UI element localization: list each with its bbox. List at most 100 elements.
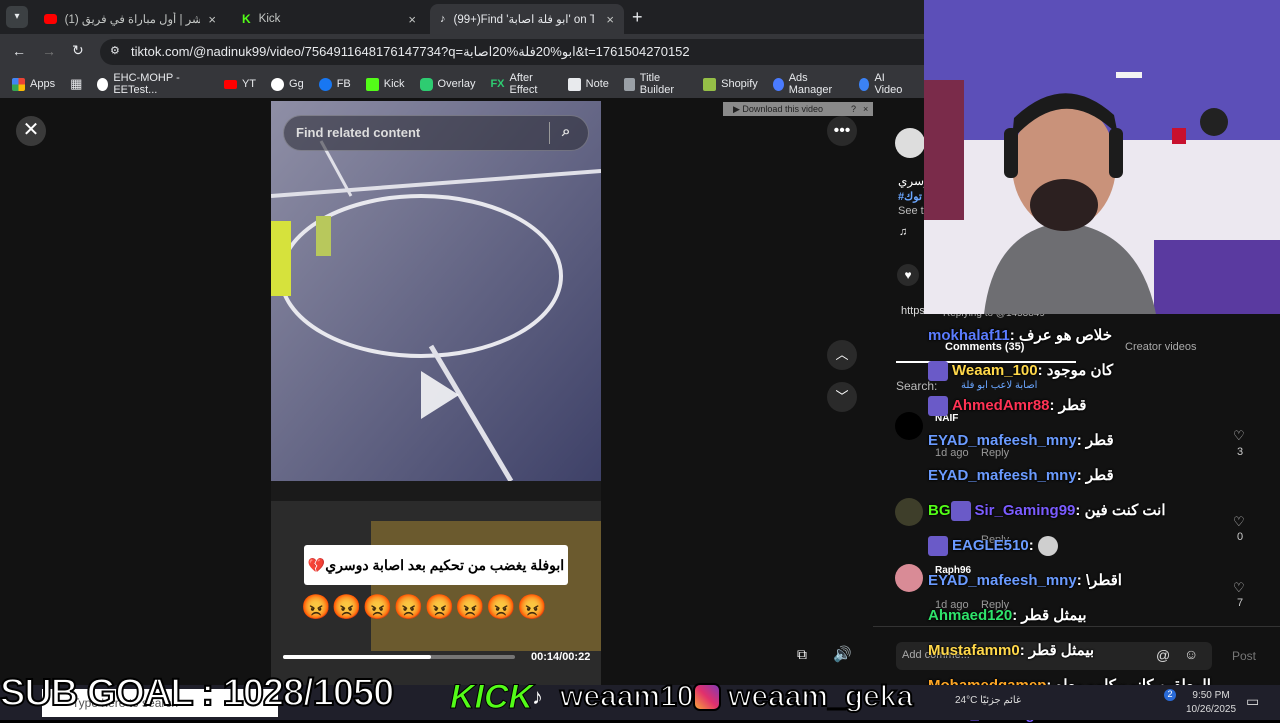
bookmark-ehc[interactable]: EHC-MOHP - EETest... (97, 72, 209, 96)
search-box[interactable]: Find related content ⌕ (283, 115, 589, 151)
volume-button[interactable]: 🔊 (833, 645, 852, 663)
weather-widget[interactable]: 24°C غائم جزئيًا (955, 695, 1021, 706)
bookmark-title-builder[interactable]: Title Builder (623, 72, 688, 96)
sub-goal-banner: SUB GOAL : 1028/1050 (0, 671, 395, 715)
title-builder-icon (623, 77, 635, 91)
download-icon: ▶ (733, 104, 743, 114)
chat-text: خلاص هو عرف (1018, 327, 1113, 344)
meta-icon (772, 77, 784, 91)
clock[interactable]: 9:50 PM 10/26/2025 (1186, 689, 1236, 717)
ehc-icon (97, 77, 109, 91)
bookmark-overlay[interactable]: Overlay (419, 77, 475, 91)
progress-track[interactable] (283, 655, 515, 659)
forward-icon[interactable]: → (42, 43, 56, 59)
tab-stream[interactable]: مباشر | أول مباراة في فريق (1) × (34, 4, 226, 34)
video-player[interactable]: Find related content ⌕ ابوفلة يغضب من تح… (271, 101, 601, 685)
download-bar[interactable]: ▶ Download this video ? × (723, 102, 873, 116)
chat-username: Ahmaed120 (928, 607, 1013, 624)
bookmark-note[interactable]: Note (567, 77, 609, 91)
share-link[interactable]: https (901, 305, 925, 317)
tab-tiktok[interactable]: ♪ (99+)Find 'ابو فلة اصابة' on TikT × (430, 4, 624, 34)
address-bar[interactable]: ⚙ tiktok.com/@nadinuk99/video/7564911648… (100, 39, 924, 65)
back-icon[interactable]: ← (12, 43, 26, 59)
close-icon: ✕ (22, 119, 40, 141)
chat-username: mokhalaf11 (928, 327, 1010, 344)
next-video-button[interactable]: ﹀ (827, 382, 857, 412)
chat-badge-icon (928, 396, 948, 417)
kick-icon: K (242, 12, 251, 26)
instagram-handle: weaam_geka (727, 679, 914, 714)
chat-username: EYAD_mafeesh_mny (928, 432, 1077, 449)
chat-text: انت كنت فين (1084, 502, 1166, 519)
grid-icon: ▦ (70, 76, 83, 91)
notification-icon[interactable]: ▭ (1246, 693, 1259, 710)
bookmark-shopify[interactable]: Shopify (703, 77, 758, 91)
toolbar: ← → ↻ ⚙ tiktok.com/@nadinuk99/video/7564… (0, 34, 924, 70)
chat-message: mokhalaf11: خلاص هو عرف (928, 327, 1113, 344)
time-label: 00:14/00:22 (531, 651, 591, 663)
chat-message: EAGLE510: (928, 536, 1062, 556)
hashtag[interactable]: #توك (898, 190, 922, 203)
chat-text: اقطر\ (1085, 572, 1122, 589)
see-more-link[interactable]: See t (898, 205, 924, 217)
help-icon[interactable]: ? (851, 102, 856, 116)
close-tab-icon[interactable]: × (208, 12, 216, 27)
search-placeholder: Find related content (296, 125, 421, 140)
chat-message: Mustafamm0: بيمثل قطر (928, 642, 1095, 659)
chat-message: BG Sir_Gaming99: انت كنت فين (928, 501, 1166, 522)
youtube-icon (223, 79, 237, 89)
chat-username: Sir_Gaming99 (974, 502, 1076, 519)
kick-logo: KICK (449, 678, 534, 717)
comment-avatar[interactable] (895, 412, 923, 440)
bookmark-after-effect[interactable]: FX After Effect (490, 72, 552, 96)
bookmark-yt[interactable]: YT (223, 78, 256, 90)
creator-avatar[interactable] (895, 128, 925, 158)
facebook-icon (318, 77, 332, 91)
search-icon[interactable]: ⌕ (562, 123, 570, 140)
notification-count: 2 (1164, 689, 1176, 701)
close-icon[interactable]: × (863, 102, 868, 116)
chat-badge-icon (928, 361, 948, 382)
chat-message: EYAD_mafeesh_mny: قطر (928, 467, 1114, 484)
tiktok-icon: ♪ (532, 684, 543, 709)
tab-kick[interactable]: K Kick × (232, 4, 426, 34)
bookmark-ads-manager[interactable]: Ads Manager (772, 72, 844, 96)
tab-search-button[interactable]: ▾ (6, 6, 28, 28)
chat-username: Mustafamm0 (928, 642, 1020, 659)
pip-button[interactable]: ⧉ (797, 646, 807, 663)
close-tab-icon[interactable]: × (408, 12, 416, 27)
chat-username: EYAD_mafeesh_mny (928, 572, 1077, 589)
like-button[interactable]: ♥ (897, 264, 919, 286)
bookmark-kick[interactable]: Kick (365, 77, 405, 91)
bookmark-fb[interactable]: FB (318, 77, 351, 91)
close-tab-icon[interactable]: × (606, 12, 614, 27)
chevron-down-icon: ﹀ (835, 389, 849, 404)
kick-icon (365, 77, 379, 91)
chat-badge-icon: BG (928, 502, 951, 519)
bookmark-apps[interactable]: Apps (12, 77, 55, 91)
emoji-row: 😡😡😡😡😡😡😡😡 (301, 594, 549, 621)
chat-message: EYAD_mafeesh_mny: قطر (928, 432, 1114, 449)
play-icon[interactable] (421, 371, 459, 419)
bookmark-gg[interactable]: Gg (271, 77, 304, 91)
site-info-icon[interactable]: ⚙ (110, 44, 120, 57)
reload-icon[interactable]: ↻ (72, 42, 84, 59)
stream-chat: mokhalaf11: خلاص هو عرف Weaam_100: كان م… (926, 322, 1280, 723)
bookmark-ai-video[interactable]: AI Video (858, 72, 909, 96)
caption-box: ابوفلة يغضب من تحكيم بعد اصابة دوسري💔 (304, 545, 568, 585)
new-tab-button[interactable]: + (632, 7, 643, 28)
chat-username: AhmedAmr88 (952, 397, 1050, 414)
comment-avatar[interactable] (895, 498, 923, 526)
chat-username: EAGLE510 (952, 536, 1029, 554)
chat-text: بيمثل قطر (1021, 607, 1087, 624)
more-options-button[interactable]: ••• (827, 116, 857, 146)
close-button[interactable]: ✕ (16, 116, 46, 146)
fx-icon: FX (490, 78, 505, 90)
music-icon: ♫ (899, 226, 908, 238)
more-icon: ••• (833, 122, 851, 139)
chat-emote-icon (1037, 536, 1058, 556)
prev-video-button[interactable]: ︿ (827, 340, 857, 370)
overlay-icon (419, 77, 433, 91)
comment-avatar[interactable] (895, 564, 923, 592)
bookmark-grid[interactable]: ▦ (70, 76, 82, 92)
